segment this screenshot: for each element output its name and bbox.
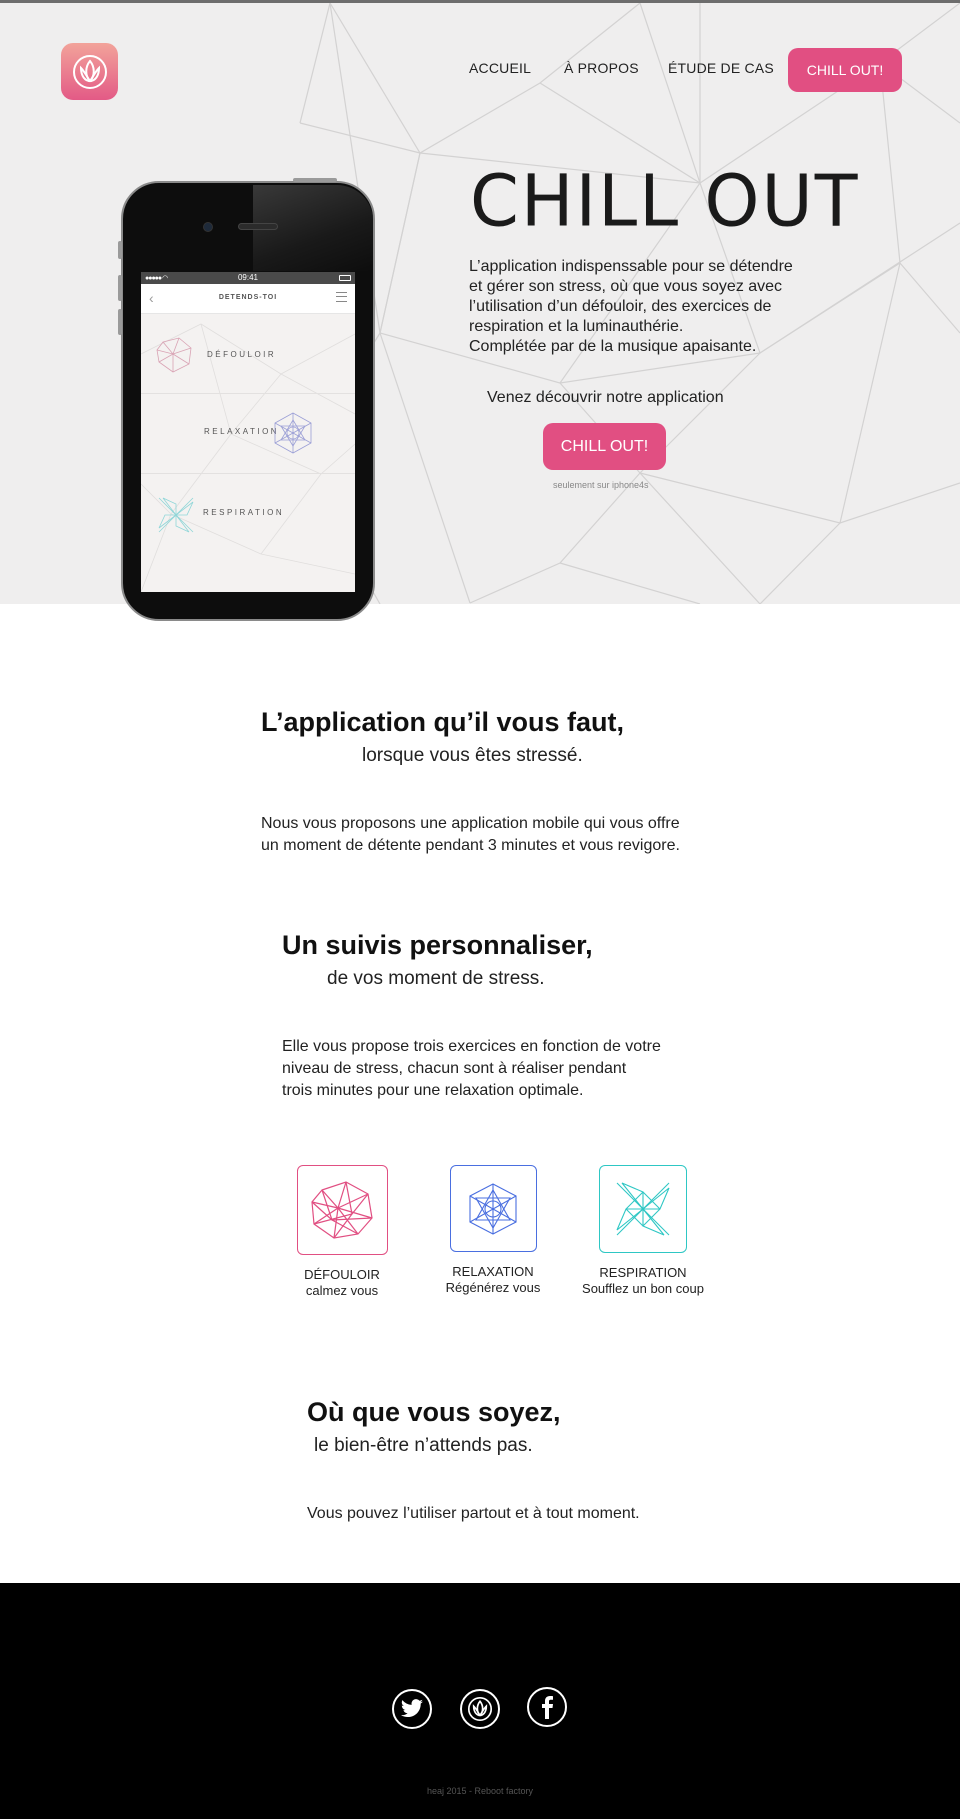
section3-title: Où que vous soyez,	[307, 1397, 561, 1427]
hero-description-line: L’application indispenssable pour se dét…	[469, 258, 793, 275]
section1-text-line: Nous vous proposons une application mobi…	[261, 815, 680, 832]
hero-description: L’application indispenssable pour se dét…	[469, 257, 819, 357]
app-header: ‹ DETENDS-TOI	[141, 284, 355, 314]
screen-row-label: RESPIRATION	[203, 508, 285, 517]
exercise-icon-box[interactable]	[449, 1165, 537, 1252]
exercise-relaxation[interactable]: RELAXATION Régénérez vous	[428, 1165, 558, 1296]
section1-title: L’application qu’il vous faut,	[261, 707, 625, 737]
exercise-subtitle: calmez vous	[305, 1283, 379, 1298]
section2-text-line: trois minutes pour une relaxation optima…	[282, 1082, 584, 1099]
hero-chill-out-button[interactable]: CHILL OUT!	[543, 423, 666, 470]
app-screen-title: DETENDS-TOI	[218, 294, 278, 301]
exercise-name: DÉFOULOIR	[304, 1267, 380, 1282]
exercise-defouloir[interactable]: DÉFOULOIR calmez vous	[277, 1165, 407, 1299]
facebook-link[interactable]	[527, 1687, 567, 1727]
hero-title: CHILL OUT	[470, 159, 860, 243]
twitter-icon	[401, 1699, 423, 1718]
exercise-icon-box[interactable]	[599, 1165, 687, 1253]
status-time: 09:41	[237, 273, 259, 282]
app-link[interactable]	[460, 1689, 500, 1729]
nav-chill-out-button[interactable]: CHILL OUT!	[788, 48, 902, 92]
power-button	[293, 178, 337, 182]
nav-item-etude-de-cas[interactable]: ÉTUDE DE CAS	[668, 60, 774, 76]
exercise-name: RESPIRATION	[599, 1265, 687, 1280]
polyhedron-icon	[311, 1181, 373, 1239]
section2-text-line: niveau de stress, chacun sont à réaliser…	[282, 1060, 627, 1077]
status-bar: ●●●●● ◠ 09:41	[141, 272, 355, 284]
exercise-icon-box[interactable]	[296, 1165, 388, 1255]
section2-subtitle: de vos moment de stress.	[327, 968, 545, 989]
mute-switch	[118, 241, 122, 259]
hero-note: seulement sur iphone4s	[553, 480, 649, 490]
battery-icon	[339, 275, 351, 281]
hero-description-line: et gérer son stress, où que vous soyez a…	[469, 278, 783, 295]
twitter-link[interactable]	[392, 1689, 432, 1729]
earpiece	[238, 223, 278, 230]
nav-item-a-propos[interactable]: À PROPOS	[564, 60, 639, 76]
section1-text: Nous vous proposons une application mobi…	[261, 813, 680, 857]
footer: heaj 2015 - Reboot factory	[0, 1583, 960, 1819]
phone-screen: ●●●●● ◠ 09:41 ‹ DETENDS-TOI DÉFOULOIR RE…	[141, 272, 355, 592]
section2-title: Un suivis personnaliser,	[282, 930, 593, 960]
volume-up-button	[118, 275, 122, 301]
exercise-subtitle: Régénérez vous	[445, 1280, 541, 1295]
menu-icon[interactable]	[336, 292, 347, 302]
exercise-respiration[interactable]: RESPIRATION Soufflez un bon coup	[578, 1165, 708, 1297]
front-camera	[203, 222, 213, 232]
volume-down-button	[118, 309, 122, 335]
hero-discover-text: Venez découvrir notre application	[487, 389, 724, 406]
pinwheel-icon	[616, 1182, 670, 1236]
screen-row-relaxation[interactable]: RELAXATION	[141, 394, 355, 474]
section3-text-line: Vous pouvez l’utiliser partout et à tout…	[307, 1505, 640, 1522]
pinwheel-icon	[158, 497, 194, 533]
section2-text: Elle vous propose trois exercices en fon…	[282, 1036, 661, 1102]
section1-subtitle: lorsque vous êtes stressé.	[362, 745, 583, 766]
phone-mockup: ●●●●● ◠ 09:41 ‹ DETENDS-TOI DÉFOULOIR RE…	[118, 178, 375, 621]
footer-copyright: heaj 2015 - Reboot factory	[426, 1786, 534, 1796]
exercise-subtitle: Soufflez un bon coup	[582, 1281, 704, 1296]
lotus-icon	[467, 1696, 493, 1722]
hero-description-line: Complétée par de la musique apaisante.	[469, 338, 757, 355]
nav-item-accueil[interactable]: ACCUEIL	[469, 60, 531, 76]
screen-row-label: DÉFOULOIR	[207, 350, 277, 359]
screen-row-label: RELAXATION	[204, 427, 280, 436]
facebook-icon	[542, 1696, 553, 1719]
section2-text-line: Elle vous propose trois exercices en fon…	[282, 1038, 661, 1055]
exercise-name: RELAXATION	[452, 1264, 534, 1279]
hero-description-line: respiration et la luminauthérie.	[469, 318, 684, 335]
mandala-icon	[469, 1182, 517, 1235]
mandala-icon	[274, 412, 312, 454]
section3-subtitle: le bien-être n’attends pas.	[314, 1435, 533, 1456]
screen-row-defouloir[interactable]: DÉFOULOIR	[141, 314, 355, 394]
hero-description-line: l’utilisation d’un défouloir, des exerci…	[469, 298, 772, 315]
section3-text: Vous pouvez l’utiliser partout et à tout…	[307, 1503, 640, 1525]
polyhedron-icon	[156, 337, 192, 373]
section1-text-line: un moment de détente pendant 3 minutes e…	[261, 837, 680, 854]
screen-row-respiration[interactable]: RESPIRATION	[141, 474, 355, 554]
main-nav: ACCUEIL À PROPOS ÉTUDE DE CAS CHILL OUT!	[0, 48, 960, 92]
